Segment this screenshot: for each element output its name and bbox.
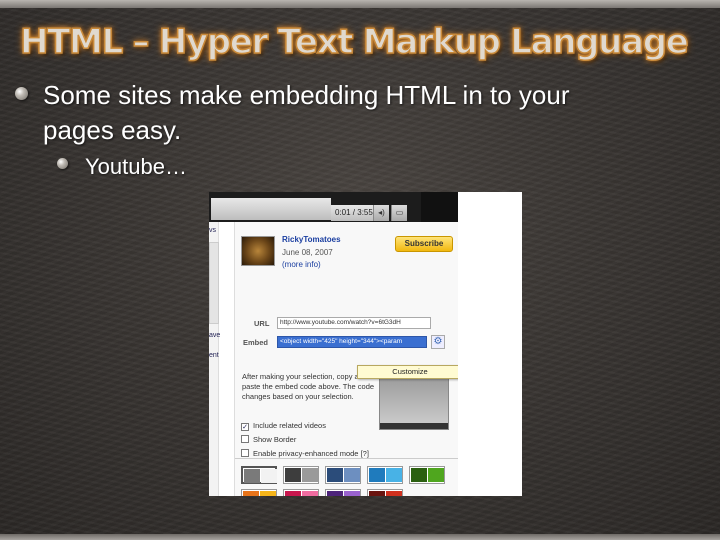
bullet-text-line-2: pages easy. (43, 115, 182, 145)
bullet-icon (15, 87, 28, 100)
option-show-border[interactable]: Show Border (241, 435, 296, 444)
swatch-primary-color (369, 468, 385, 482)
gear-icon[interactable]: ⚙ (431, 335, 445, 349)
window-icon[interactable]: ▭ (391, 205, 407, 221)
swatch-secondary-color (386, 468, 402, 482)
divider (235, 458, 459, 459)
customize-tooltip: Customize (357, 365, 463, 379)
swatch-secondary-color (302, 491, 318, 496)
more-info-link[interactable]: (more info) (282, 260, 321, 269)
color-swatch[interactable] (241, 489, 277, 496)
upload-date: June 08, 2007 (282, 248, 333, 257)
swatch-primary-color (285, 491, 301, 496)
option-privacy-mode[interactable]: Enable privacy-enhanced mode [?] (241, 449, 369, 458)
option-related-videos[interactable]: ✓ Include related videos (241, 421, 326, 431)
url-label: URL (254, 319, 270, 328)
fragment-text: vs (209, 227, 216, 234)
color-swatch[interactable] (283, 466, 319, 484)
avatar[interactable] (241, 236, 275, 266)
screenshot-margin (458, 192, 522, 496)
embed-code-field[interactable]: <object width="425" height="344"><param (277, 336, 427, 348)
option-label: Enable privacy-enhanced mode [?] (253, 449, 369, 458)
swatch-secondary-color (428, 468, 444, 482)
youtube-screenshot: 0:01 / 3:55 ◂) ▭ vs ave ent RickyTomatoe… (209, 192, 522, 496)
swatch-primary-color (369, 491, 385, 496)
time-display: 0:01 / 3:55 (331, 205, 377, 221)
channel-name-link[interactable]: RickyTomatoes (282, 235, 341, 244)
swatch-primary-color (327, 468, 343, 482)
checkbox[interactable] (241, 449, 249, 457)
progress-bar[interactable] (211, 198, 331, 220)
color-swatch[interactable] (241, 466, 277, 484)
player-frame-corner (421, 192, 458, 222)
embed-label: Embed (243, 338, 269, 347)
bullet-text-line-1: Some sites make embedding HTML in to you… (43, 80, 570, 110)
swatch-primary-color (327, 491, 343, 496)
fragment-box (209, 242, 219, 324)
swatch-primary-color (285, 468, 301, 482)
color-swatch[interactable] (409, 466, 445, 484)
swatch-secondary-color (261, 469, 277, 483)
bottom-border (0, 534, 720, 540)
color-swatch[interactable] (325, 466, 361, 484)
color-swatch[interactable] (283, 489, 319, 496)
checkbox[interactable] (241, 435, 249, 443)
checkbox-checked[interactable]: ✓ (241, 423, 249, 431)
volume-icon[interactable]: ◂) (373, 205, 389, 221)
url-field[interactable]: http://www.youtube.com/watch?v=6tG3dH (277, 317, 431, 329)
color-swatch[interactable] (367, 466, 403, 484)
left-column-fragment: vs ave ent (209, 222, 221, 496)
color-swatch[interactable] (367, 489, 403, 496)
fragment-text: ave (209, 332, 221, 339)
option-label: Include related videos (253, 421, 326, 430)
top-border (0, 0, 720, 8)
swatch-secondary-color (302, 468, 318, 482)
swatch-secondary-color (260, 491, 276, 496)
subscribe-button[interactable]: Subscribe (395, 236, 453, 252)
fragment-text: ent (209, 352, 219, 359)
swatch-secondary-color (386, 491, 402, 496)
swatch-secondary-color (344, 491, 360, 496)
swatch-primary-color (243, 491, 259, 496)
option-label: Show Border (253, 435, 297, 444)
preview-control-bar (380, 423, 448, 429)
color-swatch[interactable] (325, 489, 361, 496)
slide-title: HTML – Hyper Text Markup Language (19, 21, 689, 63)
swatch-secondary-color (344, 468, 360, 482)
sub-bullet-text: Youtube… (85, 154, 187, 179)
player-preview (379, 374, 449, 430)
swatch-primary-color (411, 468, 427, 482)
sub-bullet-icon (57, 158, 68, 169)
swatch-primary-color (244, 469, 260, 483)
video-info-panel: RickyTomatoes June 08, 2007 (more info) … (234, 222, 463, 496)
